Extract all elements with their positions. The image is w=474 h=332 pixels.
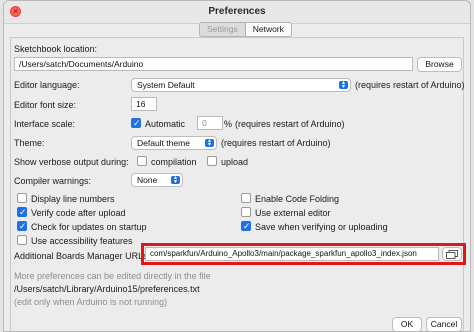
title-bar: × Preferences bbox=[4, 1, 470, 24]
verbose-upload-label: upload bbox=[221, 157, 249, 167]
checkmark-icon: ✓ bbox=[19, 207, 27, 217]
more-preferences-note: More preferences can be edited directly … bbox=[14, 271, 211, 281]
tab-settings[interactable]: Settings bbox=[199, 22, 245, 37]
display-line-numbers-checkbox[interactable] bbox=[17, 193, 27, 203]
font-size-label: Editor font size: bbox=[14, 100, 77, 110]
checkmark-icon: ✓ bbox=[243, 221, 251, 231]
editor-language-value: System Default bbox=[137, 80, 195, 90]
check-updates-label: Check for updates on startup bbox=[31, 222, 147, 232]
theme-note: (requires restart of Arduino) bbox=[221, 138, 331, 148]
compiler-warnings-value: None bbox=[137, 175, 158, 185]
verbose-compilation-checkbox[interactable] bbox=[137, 156, 147, 166]
verify-after-upload-checkbox[interactable]: ✓ bbox=[17, 207, 27, 217]
editor-language-select[interactable]: System Default ▴ ▾ bbox=[131, 78, 351, 92]
automatic-scale-checkbox[interactable]: ✓ bbox=[131, 118, 141, 128]
chevron-updown-icon: ▴ ▾ bbox=[171, 175, 180, 185]
verbose-compilation-label: compilation bbox=[151, 157, 197, 167]
boards-urls-label: Additional Boards Manager URLs: bbox=[14, 251, 151, 261]
scale-percent-field[interactable]: 0 bbox=[197, 116, 223, 130]
tab-network[interactable]: Network bbox=[244, 22, 292, 37]
browse-button[interactable]: Browse bbox=[417, 57, 462, 72]
font-size-field[interactable]: 16 bbox=[131, 97, 157, 111]
cancel-button[interactable]: Cancel bbox=[426, 317, 462, 331]
sketchbook-path-field[interactable]: /Users/satch/Documents/Arduino bbox=[14, 57, 413, 71]
external-editor-label: Use external editor bbox=[255, 208, 331, 218]
tab-bar: Settings Network bbox=[199, 22, 292, 37]
boards-urls-field[interactable]: com/sparkfun/Arduino_Apollo3/main/packag… bbox=[145, 247, 439, 261]
edit-note: (edit only when Arduino is not running) bbox=[14, 297, 168, 307]
external-editor-checkbox[interactable] bbox=[241, 207, 251, 217]
interface-scale-note: (requires restart of Arduino) bbox=[235, 119, 345, 129]
preferences-window: × Preferences Settings Network Sketchboo… bbox=[3, 0, 471, 332]
code-folding-checkbox[interactable] bbox=[241, 193, 251, 203]
window-title: Preferences bbox=[208, 6, 266, 17]
sketchbook-label: Sketchbook location: bbox=[14, 44, 98, 54]
verbose-upload-checkbox[interactable] bbox=[207, 156, 217, 166]
save-when-verifying-checkbox[interactable]: ✓ bbox=[241, 221, 251, 231]
verify-after-upload-label: Verify code after upload bbox=[31, 208, 126, 218]
chevron-updown-icon: ▴ ▾ bbox=[205, 138, 214, 148]
save-when-verifying-label: Save when verifying or uploading bbox=[255, 222, 388, 232]
window-list-icon bbox=[446, 250, 458, 259]
check-updates-checkbox[interactable]: ✓ bbox=[17, 221, 27, 231]
checkmark-icon: ✓ bbox=[19, 221, 27, 231]
interface-scale-label: Interface scale: bbox=[14, 119, 76, 129]
compiler-warnings-select[interactable]: None ▴ ▾ bbox=[131, 173, 183, 187]
compiler-warnings-label: Compiler warnings: bbox=[14, 176, 92, 186]
theme-label: Theme: bbox=[14, 138, 45, 148]
display-line-numbers-label: Display line numbers bbox=[31, 194, 115, 204]
accessibility-checkbox[interactable] bbox=[17, 235, 27, 245]
edit-urls-button[interactable] bbox=[442, 247, 462, 261]
preferences-file-path: /Users/satch/Library/Arduino15/preferenc… bbox=[14, 284, 200, 294]
code-folding-label: Enable Code Folding bbox=[255, 194, 340, 204]
verbose-label: Show verbose output during: bbox=[14, 157, 129, 167]
scale-percent-unit: % bbox=[224, 119, 233, 129]
theme-value: Default theme bbox=[137, 138, 190, 148]
editor-language-note: (requires restart of Arduino) bbox=[355, 80, 465, 90]
theme-select[interactable]: Default theme ▴ ▾ bbox=[131, 136, 217, 150]
settings-panel: Sketchbook location: /Users/satch/Docume… bbox=[10, 37, 466, 331]
editor-language-label: Editor language: bbox=[14, 80, 80, 90]
ok-button[interactable]: OK bbox=[392, 317, 422, 331]
chevron-updown-icon: ▴ ▾ bbox=[339, 80, 348, 90]
checkmark-icon: ✓ bbox=[133, 118, 141, 128]
automatic-scale-label: Automatic bbox=[145, 119, 186, 129]
accessibility-label: Use accessibility features bbox=[31, 236, 133, 246]
